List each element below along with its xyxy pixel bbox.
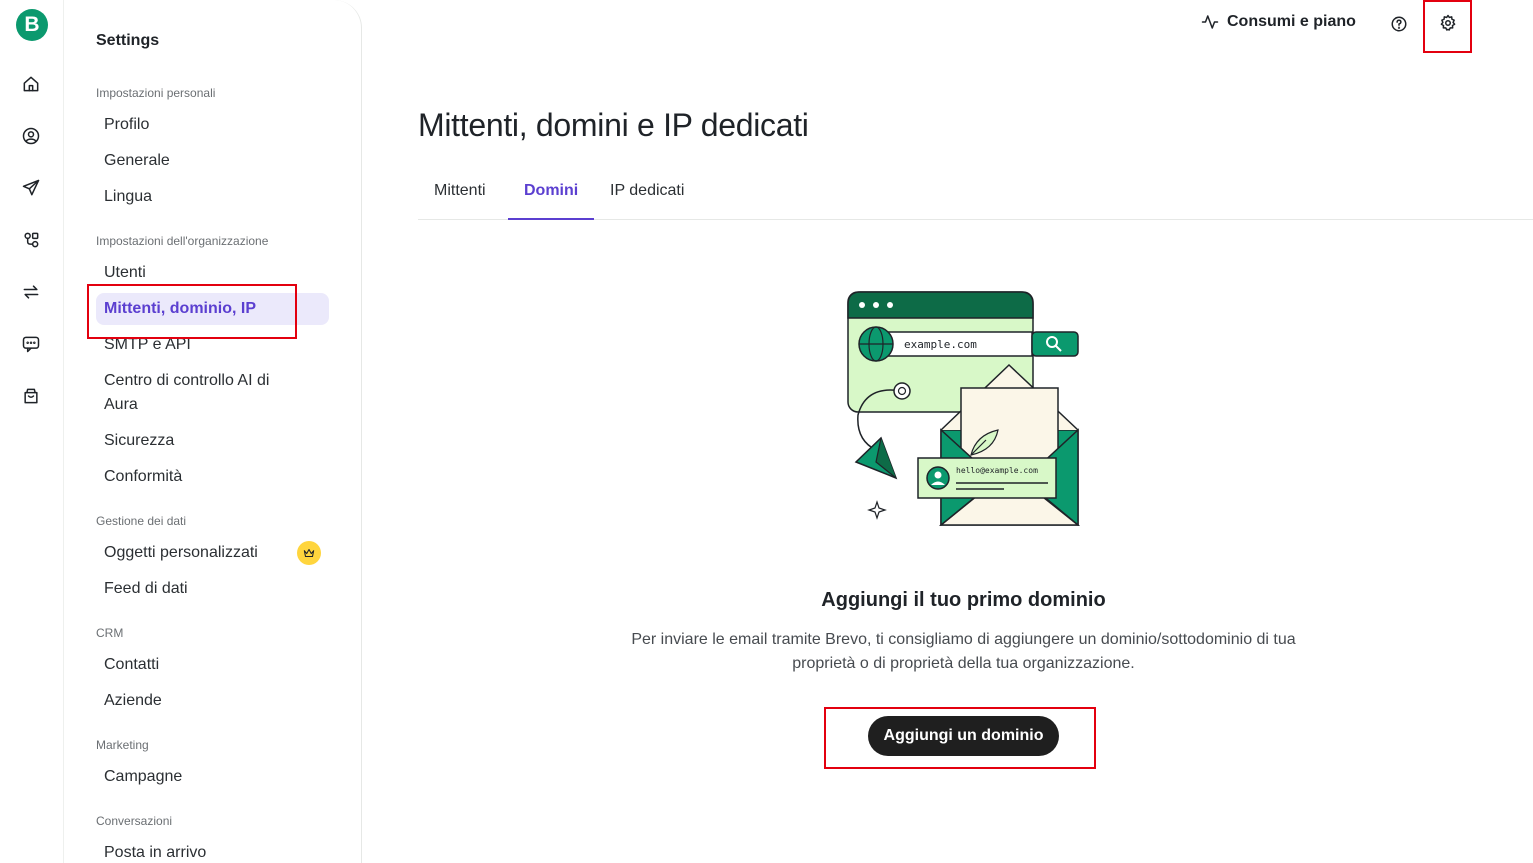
ecommerce-icon[interactable] — [20, 385, 42, 407]
tab-ip-dedicati[interactable]: IP dedicati — [594, 168, 700, 220]
settings-sidebar: Settings Impostazioni personali Profilo … — [64, 0, 362, 863]
highlight-box-settings — [1423, 0, 1472, 53]
help-icon[interactable] — [1389, 14, 1409, 34]
sidebar-item-generale[interactable]: Generale — [96, 149, 329, 173]
sidebar-item-aura-ai[interactable]: Centro di controllo AI di Aura — [96, 369, 296, 417]
contacts-icon[interactable] — [20, 125, 42, 147]
automations-icon[interactable] — [20, 229, 42, 251]
illustration-email-text: hello@example.com — [956, 466, 1038, 475]
sidebar-item-conformita[interactable]: Conformità — [96, 465, 329, 489]
section-heading-personal: Impostazioni personali — [96, 86, 216, 100]
sidebar-item-lingua[interactable]: Lingua — [96, 185, 329, 209]
sidebar-item-campagne[interactable]: Campagne — [96, 765, 329, 789]
transactional-icon[interactable] — [20, 281, 42, 303]
tab-domini[interactable]: Domini — [508, 168, 595, 220]
activity-icon — [1201, 15, 1219, 29]
home-icon[interactable] — [20, 73, 42, 95]
domain-illustration: example.com hello@example.com — [847, 291, 1081, 526]
sidebar-item-custom-objects[interactable]: Oggetti personalizzati — [96, 541, 329, 565]
tab-mittenti[interactable]: Mittenti — [418, 168, 502, 220]
usage-plan-link[interactable]: Consumi e piano — [1201, 13, 1356, 31]
section-heading-organization: Impostazioni dell'organizzazione — [96, 234, 269, 248]
illustration-url-text: example.com — [904, 338, 977, 351]
section-heading-conversations: Conversazioni — [96, 814, 173, 828]
crown-icon — [297, 541, 321, 565]
tab-bar: Mittenti Domini IP dedicati — [418, 168, 1533, 220]
usage-plan-label: Consumi e piano — [1227, 13, 1356, 30]
sidebar-title: Settings — [96, 32, 160, 49]
section-heading-marketing: Marketing — [96, 738, 149, 752]
empty-state-description: Per inviare le email tramite Brevo, ti c… — [631, 631, 1296, 672]
sidebar-item-profilo[interactable]: Profilo — [96, 113, 329, 137]
sidebar-item-contatti[interactable]: Contatti — [96, 653, 329, 677]
section-heading-data: Gestione dei dati — [96, 514, 187, 528]
sidebar-item-aziende[interactable]: Aziende — [96, 689, 329, 713]
brevo-logo[interactable]: B — [16, 9, 48, 41]
app-rail: B — [0, 0, 64, 863]
sidebar-item-data-feeds[interactable]: Feed di dati — [96, 577, 329, 601]
highlight-box-cta — [824, 707, 1096, 769]
page-title: Mittenti, domini e IP dedicati — [418, 107, 809, 143]
section-heading-crm: CRM — [96, 626, 124, 640]
sidebar-item-sicurezza[interactable]: Sicurezza — [96, 429, 329, 453]
sidebar-item-inbox[interactable]: Posta in arrivo — [96, 841, 329, 863]
sidebar-item-utenti[interactable]: Utenti — [96, 261, 329, 285]
highlight-box-sidebar — [87, 284, 297, 339]
conversations-icon[interactable] — [20, 333, 42, 355]
campaigns-send-icon[interactable] — [20, 177, 42, 199]
empty-state-title: Aggiungi il tuo primo dominio — [821, 589, 1106, 611]
